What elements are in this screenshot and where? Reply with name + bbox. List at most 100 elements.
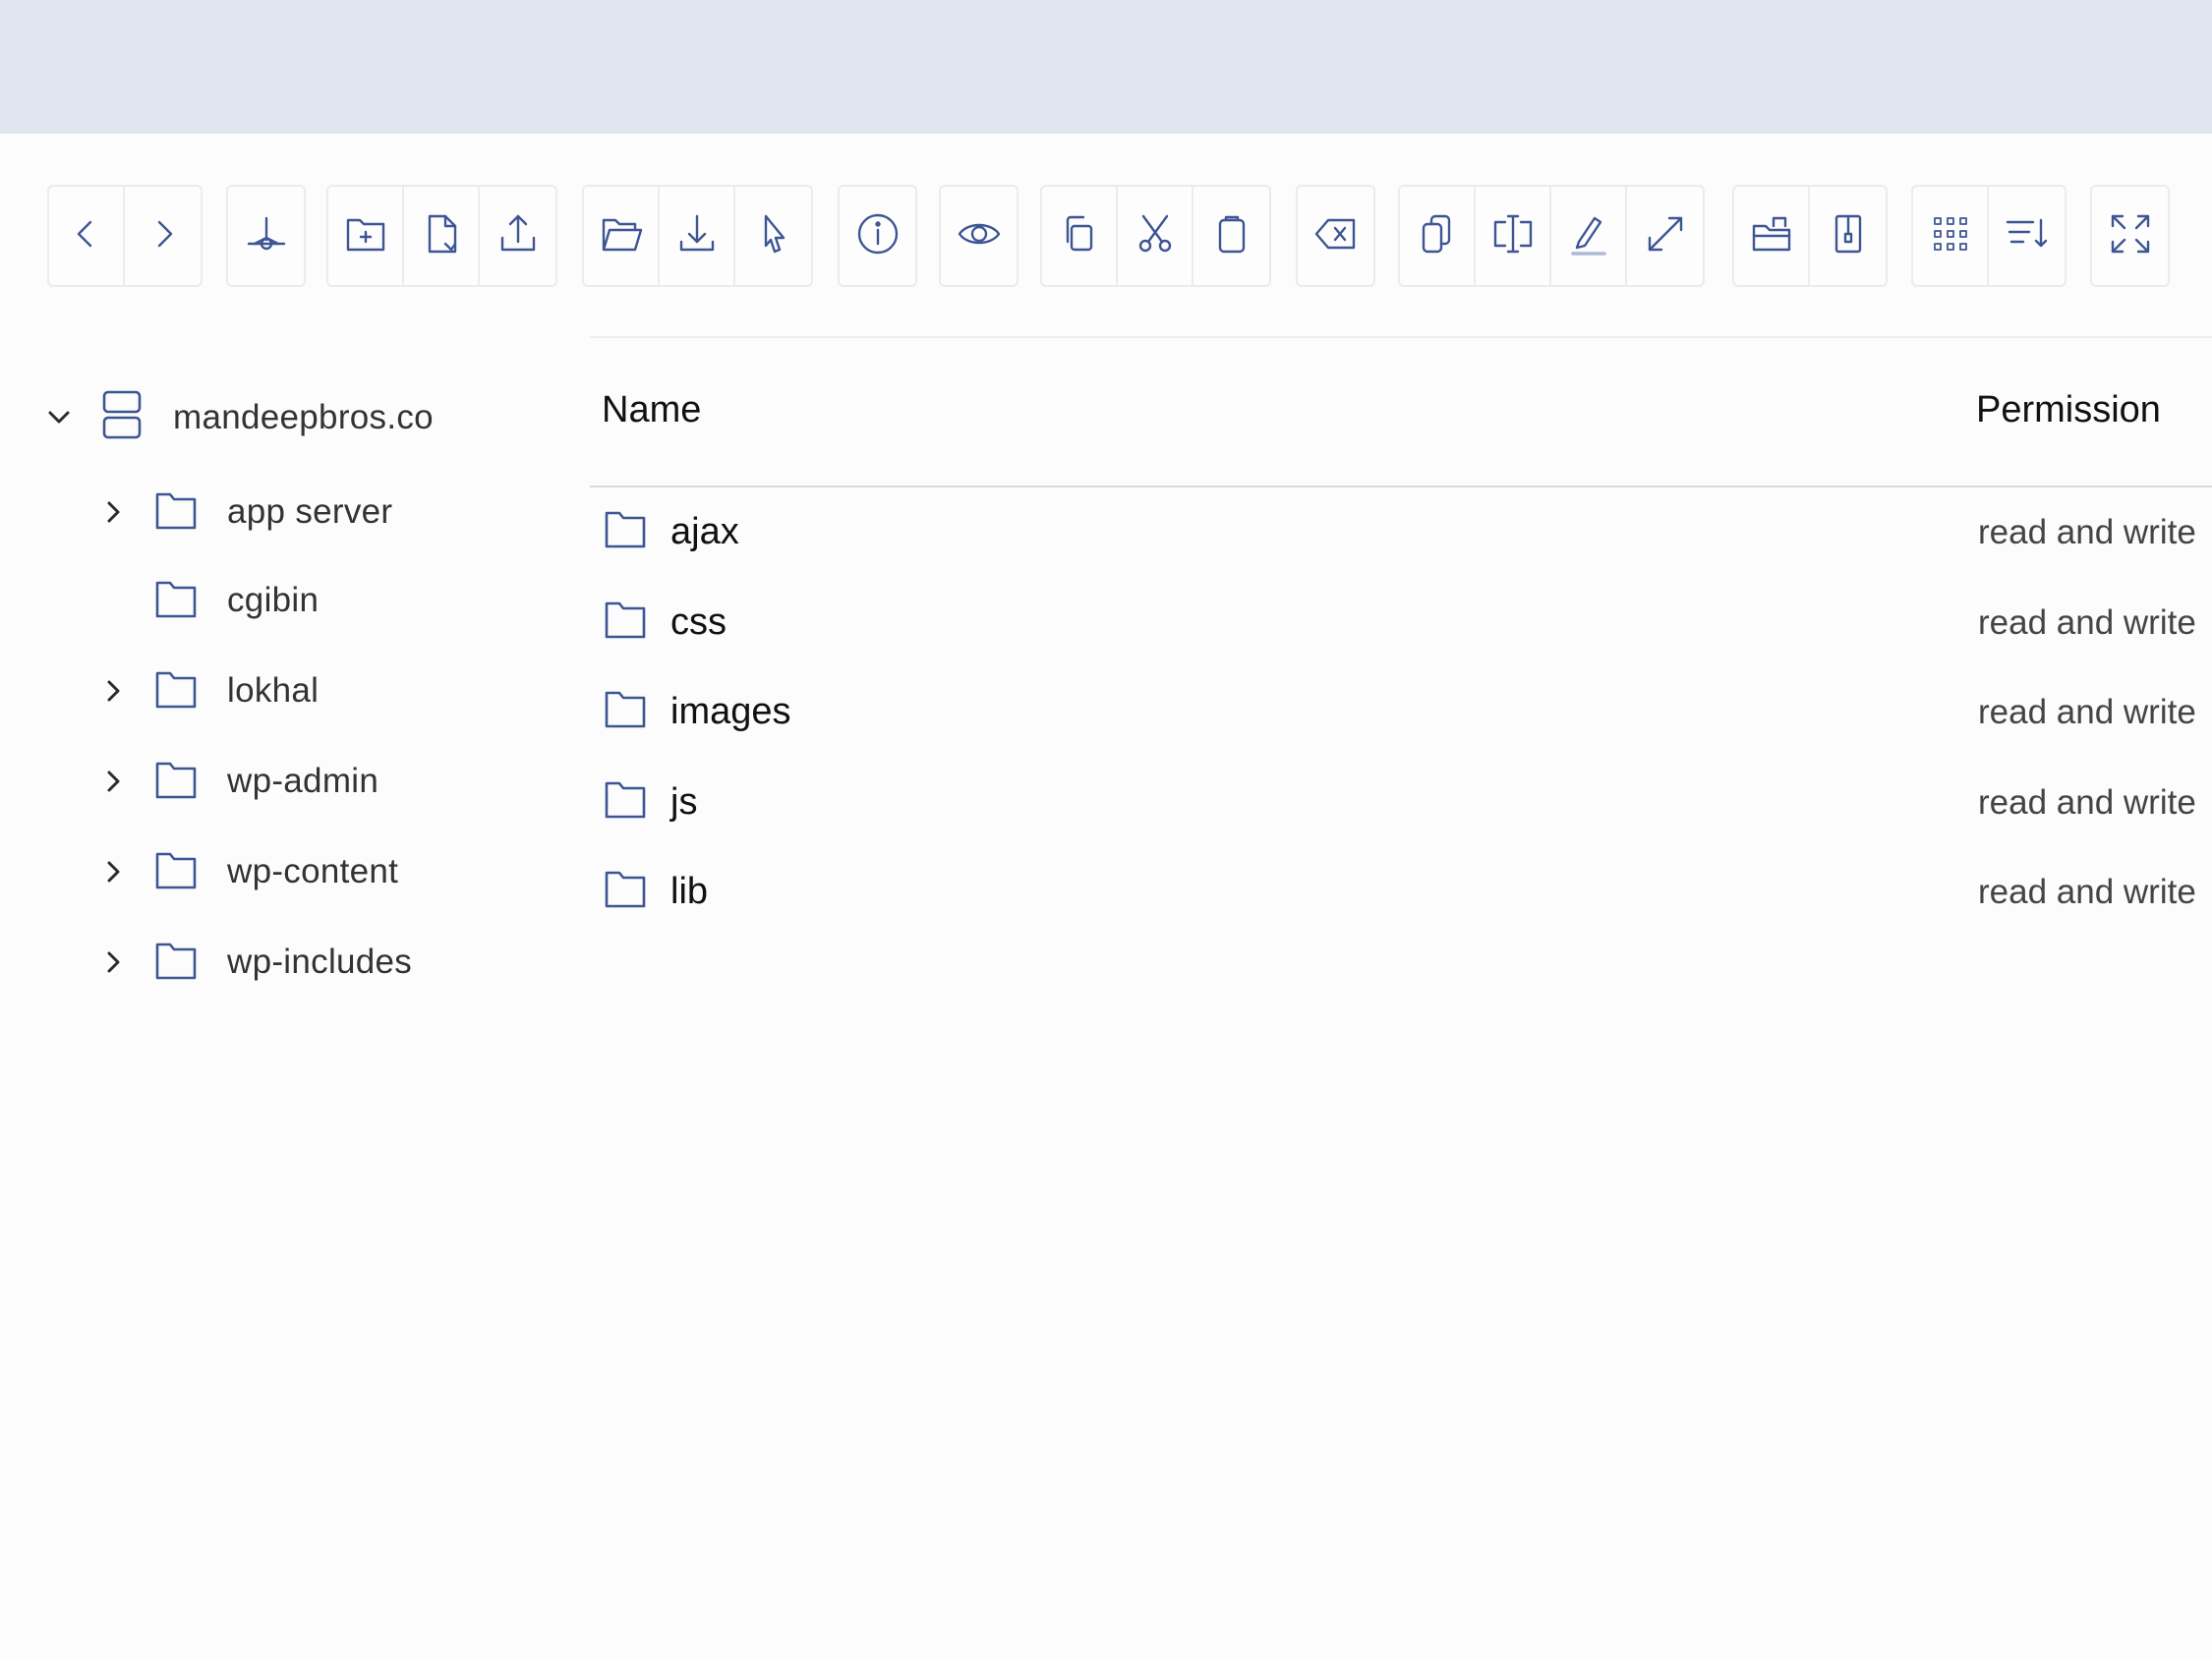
folder-icon [604, 507, 647, 555]
chevron-down-icon[interactable] [39, 398, 79, 437]
list-header: Name Permission [590, 372, 2212, 487]
server-icon [100, 388, 144, 448]
download-icon [671, 208, 723, 264]
resize-button[interactable] [1627, 187, 1703, 285]
fullscreen-group [2090, 185, 2170, 287]
cut-icon [1130, 208, 1181, 264]
file-name: css [670, 601, 727, 643]
file-permission: read and write [1978, 783, 2196, 822]
tree-root-label: mandeepbros.co [173, 398, 434, 436]
preview-icon [954, 208, 1005, 264]
resize-icon [1640, 208, 1691, 264]
folder-icon [154, 939, 198, 987]
tree-item-cgibin[interactable]: cgibin [93, 566, 319, 635]
tree-item-label: wp-includes [227, 943, 413, 981]
table-row[interactable]: lib read and write [590, 853, 2212, 932]
preview-button[interactable] [941, 187, 1017, 285]
table-row[interactable]: ajax read and write [590, 493, 2212, 572]
column-header-name[interactable]: Name [602, 389, 701, 431]
toolbar [0, 185, 2212, 289]
info-button[interactable] [840, 187, 915, 285]
cut-button[interactable] [1118, 187, 1193, 285]
archive-icon [1823, 208, 1874, 264]
folder-icon [154, 577, 198, 625]
tree-item-label: cgibin [227, 581, 320, 619]
chevron-right-icon[interactable] [93, 671, 133, 711]
grid-view-icon [1925, 208, 1976, 264]
file-name: js [670, 781, 698, 823]
tree-item-label: wp-content [227, 852, 399, 890]
info-icon [852, 208, 903, 264]
select-icon [748, 208, 799, 264]
copy-icon [1054, 208, 1105, 264]
file-permission: read and write [1978, 603, 2196, 642]
paste-icon [1206, 208, 1257, 264]
upload-button[interactable] [480, 187, 555, 285]
rename-button[interactable] [1476, 187, 1551, 285]
open-icon [596, 208, 647, 264]
edit-icon [1563, 208, 1614, 264]
tree-item-app-server[interactable]: app server [93, 478, 392, 546]
copy-button[interactable] [1042, 187, 1118, 285]
delete-group [1296, 185, 1375, 287]
preview-group [939, 185, 1019, 287]
archive-group [1732, 185, 1888, 287]
archive-button[interactable] [1810, 187, 1886, 285]
tree-root[interactable]: mandeepbros.co [39, 383, 434, 452]
folder-icon [154, 848, 198, 896]
fullscreen-icon [2105, 208, 2156, 264]
forward-button[interactable] [125, 187, 201, 285]
tree-item-lokhal[interactable]: lokhal [93, 657, 319, 725]
view-group [1911, 185, 2066, 287]
chevron-right-icon[interactable] [93, 492, 133, 532]
delete-button[interactable] [1298, 187, 1373, 285]
chevron-right-icon[interactable] [93, 762, 133, 801]
forward-icon [138, 208, 189, 264]
create-group [326, 185, 557, 287]
select-button[interactable] [735, 187, 811, 285]
back-button[interactable] [49, 187, 125, 285]
file-name: ajax [670, 511, 739, 552]
rename-icon [1487, 208, 1539, 264]
extract-button[interactable] [1734, 187, 1810, 285]
edit-group [1398, 185, 1705, 287]
table-row[interactable]: images read and write [590, 673, 2212, 752]
paste-button[interactable] [1193, 187, 1269, 285]
back-icon [61, 208, 112, 264]
new-folder-button[interactable] [328, 187, 404, 285]
table-row[interactable]: js read and write [590, 764, 2212, 842]
edit-button[interactable] [1551, 187, 1627, 285]
folder-icon [604, 687, 647, 735]
open-group [582, 185, 813, 287]
chevron-right-icon[interactable] [93, 852, 133, 891]
open-button[interactable] [584, 187, 660, 285]
tree-item-label: wp-admin [227, 762, 379, 800]
duplicate-button[interactable] [1400, 187, 1476, 285]
table-row[interactable]: css read and write [590, 584, 2212, 662]
home-group [226, 185, 306, 287]
tree-item-wp-includes[interactable]: wp-includes [93, 928, 412, 997]
delete-icon [1310, 208, 1362, 264]
home-button[interactable] [228, 187, 304, 285]
file-permission: read and write [1978, 513, 2196, 551]
chevron-right-icon[interactable] [93, 943, 133, 982]
tree-item-label: lokhal [227, 671, 320, 710]
upload-icon [493, 208, 544, 264]
tree-item-wp-admin[interactable]: wp-admin [93, 747, 378, 816]
column-header-permission[interactable]: Permission [1976, 389, 2161, 431]
tree-item-wp-content[interactable]: wp-content [93, 837, 398, 906]
sort-button[interactable] [1989, 187, 2065, 285]
folder-icon [154, 488, 198, 537]
folder-icon [154, 758, 198, 806]
new-file-icon [416, 208, 467, 264]
download-button[interactable] [660, 187, 735, 285]
file-permission: read and write [1978, 693, 2196, 731]
grid-view-button[interactable] [1913, 187, 1989, 285]
duplicate-icon [1412, 208, 1463, 264]
nav-group [47, 185, 203, 287]
file-permission: read and write [1978, 873, 2196, 911]
clipboard-group [1040, 185, 1271, 287]
folder-icon [154, 667, 198, 715]
new-file-button[interactable] [404, 187, 480, 285]
fullscreen-button[interactable] [2092, 187, 2168, 285]
